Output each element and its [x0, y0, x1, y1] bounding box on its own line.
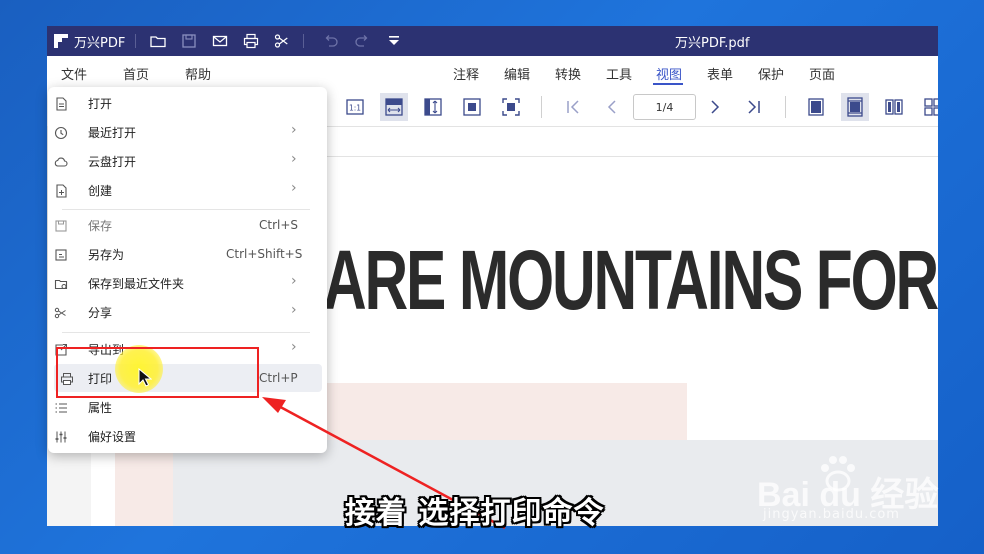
- video-subtitle: 接着 选择打印命令: [345, 496, 605, 531]
- watermark-paw-icon: [821, 456, 855, 492]
- watermark-url: jingyan.baidu.com: [763, 507, 900, 522]
